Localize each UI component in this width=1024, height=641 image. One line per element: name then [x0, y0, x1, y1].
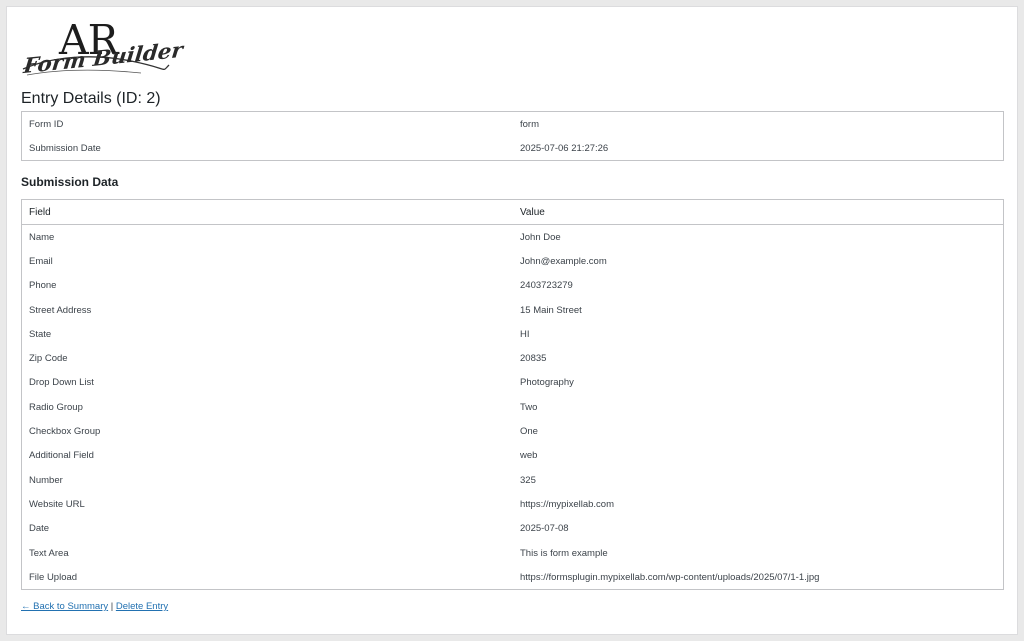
- entry-meta-table: Form ID form Submission Date 2025-07-06 …: [21, 111, 1004, 161]
- field-value: https://mypixellab.com: [520, 498, 614, 510]
- meta-value: 2025-07-06 21:27:26: [520, 142, 609, 154]
- meta-label: Form ID: [29, 118, 64, 130]
- field-value: Photography: [520, 377, 574, 389]
- field-label: Text Area: [29, 547, 69, 559]
- field-value: web: [520, 450, 538, 462]
- entry-details-panel: AR Form Builder Entry Details (ID: 2) Fo…: [6, 6, 1018, 635]
- table-row: Email John@example.com: [22, 249, 1004, 273]
- meta-row-form-id: Form ID form: [22, 112, 1004, 137]
- field-label: Zip Code: [29, 353, 68, 365]
- table-row: Website URL https://mypixellab.com: [22, 492, 1004, 516]
- meta-row-submission-date: Submission Date 2025-07-06 21:27:26: [22, 136, 1004, 161]
- table-row: File Upload https://formsplugin.mypixella…: [22, 565, 1004, 590]
- field-value: 2403723279: [520, 280, 573, 292]
- field-value: John@example.com: [520, 255, 607, 267]
- field-label: Phone: [29, 280, 57, 292]
- entry-actions: ← Back to Summary | Delete Entry: [21, 601, 168, 612]
- table-row: Additional Field web: [22, 444, 1004, 468]
- field-value: https://formsplugin.mypixellab.com/wp-co…: [520, 571, 820, 583]
- field-value: 15 Main Street: [520, 304, 582, 316]
- field-label: Number: [29, 474, 63, 486]
- table-row: Phone 2403723279: [22, 274, 1004, 298]
- field-value: 20835: [520, 353, 547, 365]
- field-value: One: [520, 426, 538, 438]
- field-label: Date: [29, 523, 50, 535]
- field-label: Radio Group: [29, 401, 83, 413]
- page-title: Entry Details (ID: 2): [21, 90, 161, 107]
- field-value: Two: [520, 401, 538, 413]
- meta-value: form: [520, 118, 539, 130]
- column-header-field: Field: [21, 199, 513, 225]
- back-to-summary-link[interactable]: ← Back to Summary: [21, 601, 108, 612]
- link-separator: |: [110, 601, 114, 612]
- field-value: 2025-07-08: [520, 523, 569, 535]
- field-label: Website URL: [29, 498, 85, 510]
- table-row: Name John Doe: [22, 225, 1004, 250]
- meta-label: Submission Date: [29, 142, 101, 154]
- field-value: This is form example: [520, 547, 608, 559]
- table-row: Street Address 15 Main Street: [22, 298, 1004, 322]
- field-value: John Doe: [520, 231, 561, 243]
- field-value: HI: [520, 328, 530, 340]
- field-label: Drop Down List: [29, 377, 94, 389]
- table-row: Checkbox Group One: [22, 419, 1004, 443]
- table-header-row: Field Value: [21, 199, 1004, 225]
- field-label: State: [29, 328, 52, 340]
- field-label: Street Address: [29, 304, 92, 316]
- table-row: Number 325: [22, 468, 1004, 492]
- field-label: Email: [29, 255, 53, 267]
- field-label: Name: [29, 231, 55, 243]
- column-header-value: Value: [513, 199, 1004, 225]
- delete-entry-link[interactable]: Delete Entry: [116, 601, 168, 612]
- table-row: State HI: [22, 322, 1004, 346]
- field-label: File Upload: [29, 571, 78, 583]
- field-label: Additional Field: [29, 450, 94, 462]
- table-row: Text Area This is form example: [22, 541, 1004, 565]
- ar-form-builder-logo: AR Form Builder: [21, 17, 184, 79]
- field-label: Checkbox Group: [29, 426, 101, 438]
- section-title: Submission Data: [21, 175, 119, 189]
- field-value: 325: [520, 474, 536, 486]
- table-row: Zip Code 20835: [22, 346, 1004, 370]
- table-row: Drop Down List Photography: [22, 371, 1004, 395]
- table-row: Date 2025-07-08: [22, 517, 1004, 541]
- submission-data-table: Field Value Name John Doe Email John@examp…: [21, 199, 1004, 591]
- table-row: Radio Group Two: [22, 395, 1004, 419]
